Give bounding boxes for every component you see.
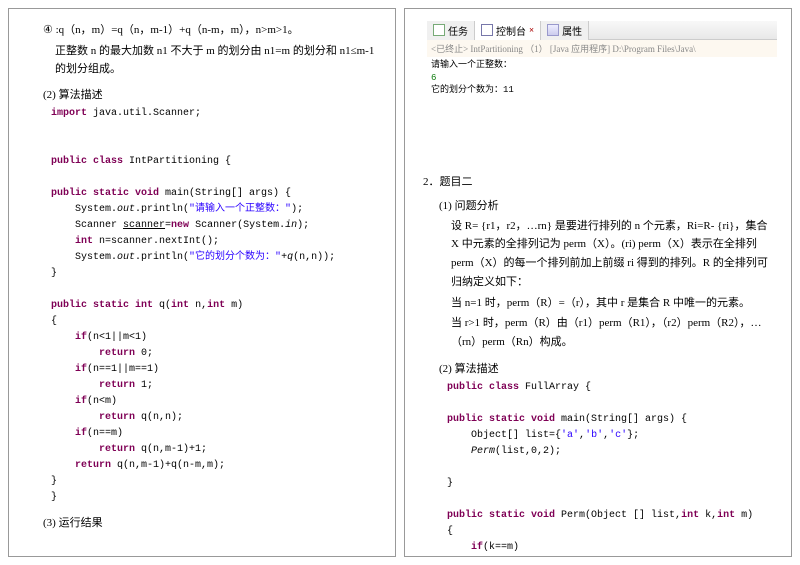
algorithm-label-2: (2) 算法描述 <box>439 360 777 376</box>
problem-2-title: 2．题目二 <box>423 173 777 189</box>
close-icon[interactable]: × <box>529 25 534 35</box>
right-page: 任务 控制台 × 属性 <已终止> IntPartitioning （1） [J… <box>404 8 792 557</box>
formula-line: ④ :q（n，m）=q（n，m-1）+q（n-m，m），n>m>1。 <box>43 21 381 37</box>
section-algorithm: (2) 算法描述 <box>43 86 381 102</box>
code-block-left: import java.util.Scanner; public class I… <box>23 106 381 506</box>
analysis-text-3: 当 r>1 时，perm（R）由（r1）perm（R1），（r2）perm（R2… <box>451 314 777 351</box>
console-output: 请输入一个正整数： 6 它的划分个数为：11 <box>427 57 777 99</box>
console-panel: 任务 控制台 × 属性 <已终止> IntPartitioning （1） [J… <box>427 21 777 99</box>
console-tab-bar: 任务 控制台 × 属性 <box>427 21 777 40</box>
section-result: (3) 运行结果 <box>43 514 381 530</box>
analysis-text-1: 设 R= {r1，r2，…rn} 是要进行排列的 n 个元素，Ri=R- {ri… <box>451 217 777 292</box>
tab-tasks[interactable]: 任务 <box>427 21 475 40</box>
code-block-right: public class FullArray { public static v… <box>419 380 777 557</box>
problem-analysis-label: (1) 问题分析 <box>439 197 777 213</box>
analysis-text-2: 当 n=1 时，perm（R）=（r），其中 r 是集合 R 中唯一的元素。 <box>451 294 777 313</box>
properties-icon <box>547 24 559 36</box>
console-icon <box>481 24 493 36</box>
tab-properties[interactable]: 属性 <box>541 21 589 40</box>
formula-description: 正整数 n 的最大加数 n1 不大于 m 的划分由 n1=m 的划分和 n1≤m… <box>55 43 381 78</box>
left-page: ④ :q（n，m）=q（n，m-1）+q（n-m，m），n>m>1。 正整数 n… <box>8 8 396 557</box>
console-run-header: <已终止> IntPartitioning （1） [Java 应用程序] D:… <box>427 40 777 57</box>
tab-console[interactable]: 控制台 × <box>475 21 541 40</box>
tasks-icon <box>433 24 445 36</box>
